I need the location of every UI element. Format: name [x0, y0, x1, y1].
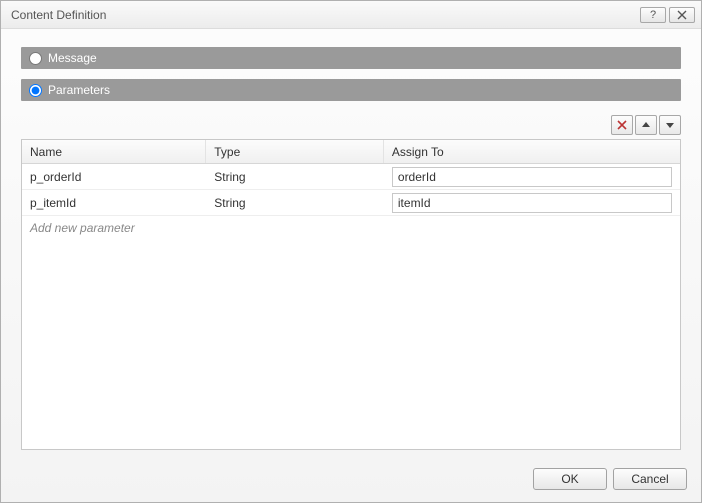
add-parameter-row[interactable]: Add new parameter	[22, 216, 680, 240]
titlebar: Content Definition ?	[1, 1, 701, 29]
parameters-radio[interactable]	[29, 84, 42, 97]
arrow-down-icon	[665, 120, 675, 130]
message-radio[interactable]	[29, 52, 42, 65]
table-row[interactable]: p_orderId String	[22, 164, 680, 190]
table-row[interactable]: p_itemId String	[22, 190, 680, 216]
cell-assign	[384, 164, 680, 189]
content-definition-dialog: Content Definition ? Message Parameters	[0, 0, 702, 503]
dialog-title: Content Definition	[11, 8, 637, 22]
cell-type[interactable]: String	[206, 190, 384, 215]
content-area: Message Parameters Name Type Assign To	[1, 29, 701, 460]
header-type[interactable]: Type	[206, 140, 384, 163]
close-icon	[676, 10, 688, 20]
assign-input[interactable]	[392, 167, 672, 187]
ok-button[interactable]: OK	[533, 468, 607, 490]
cell-name[interactable]: p_itemId	[22, 190, 206, 215]
table-toolbar	[21, 115, 681, 135]
close-button[interactable]	[669, 7, 695, 23]
cell-type[interactable]: String	[206, 164, 384, 189]
help-button[interactable]: ?	[640, 7, 666, 23]
move-up-button[interactable]	[635, 115, 657, 135]
arrow-up-icon	[641, 120, 651, 130]
dialog-buttons: OK Cancel	[1, 460, 701, 502]
header-assign[interactable]: Assign To	[384, 140, 680, 163]
cell-assign	[384, 190, 680, 215]
option-message[interactable]: Message	[21, 47, 681, 69]
delete-icon	[616, 119, 628, 131]
option-parameters[interactable]: Parameters	[21, 79, 681, 101]
parameters-table: Name Type Assign To p_orderId String p_i…	[21, 139, 681, 450]
assign-input[interactable]	[392, 193, 672, 213]
parameters-label: Parameters	[48, 83, 110, 97]
cell-name[interactable]: p_orderId	[22, 164, 206, 189]
help-icon: ?	[650, 9, 656, 21]
delete-button[interactable]	[611, 115, 633, 135]
table-header: Name Type Assign To	[22, 140, 680, 164]
table-body: p_orderId String p_itemId String Add new…	[22, 164, 680, 449]
move-down-button[interactable]	[659, 115, 681, 135]
cancel-button[interactable]: Cancel	[613, 468, 687, 490]
message-label: Message	[48, 51, 97, 65]
header-name[interactable]: Name	[22, 140, 206, 163]
